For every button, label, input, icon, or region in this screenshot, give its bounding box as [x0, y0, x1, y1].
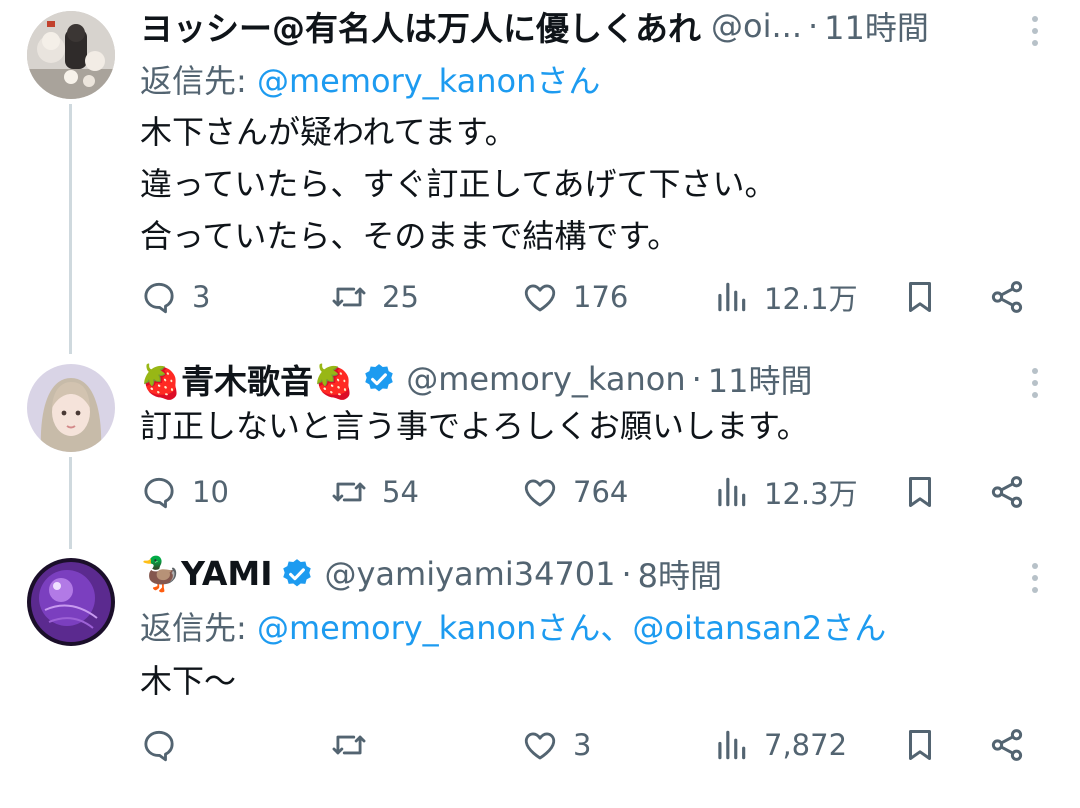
reply-button[interactable] — [140, 720, 192, 770]
separator-dot: · — [691, 360, 702, 398]
reply-to-label: 返信先: — [140, 609, 247, 647]
retweet-button[interactable]: 25 — [330, 272, 419, 322]
views-icon — [712, 726, 750, 764]
display-name[interactable]: 🍓青木歌音🍓 — [140, 355, 354, 403]
views-icon — [712, 473, 750, 511]
tweet-text: 木下〜 — [140, 655, 236, 707]
reply-to: 返信先: @memory_kanonさん、@oitansan2さん — [140, 603, 886, 649]
like-count: 176 — [573, 280, 629, 314]
action-bar: 10 54 764 12.3万 — [140, 467, 1040, 517]
more-icon[interactable] — [1027, 16, 1043, 50]
tweet-text-line: 違っていたら、すぐ訂正してあげて下さい。 — [140, 165, 777, 203]
tweet-header: 🦆YAMI @yamiyami34701 · 8時間 — [140, 552, 722, 596]
separator-dot: · — [621, 555, 632, 593]
share-icon — [988, 278, 1026, 316]
like-button[interactable]: 764 — [521, 467, 628, 517]
views-button[interactable]: 7,872 — [712, 720, 847, 770]
reply-icon — [140, 473, 178, 511]
views-count: 7,872 — [764, 728, 848, 762]
bookmark-icon — [901, 473, 939, 511]
avatar[interactable] — [27, 558, 115, 646]
views-icon — [712, 278, 750, 316]
reply-count: 10 — [192, 475, 229, 509]
like-icon — [521, 473, 559, 511]
views-button[interactable]: 12.3万 — [712, 467, 858, 517]
tweet-text-line: 合っていたら、そのままで結構です。 — [140, 217, 680, 255]
user-handle[interactable]: @memory_kanon — [406, 360, 685, 398]
reply-count: 3 — [192, 280, 211, 314]
retweet-button[interactable] — [330, 720, 382, 770]
reply-to-link[interactable]: @memory_kanonさん — [257, 62, 600, 100]
bookmark-icon — [901, 278, 939, 316]
share-icon — [988, 726, 1026, 764]
views-count: 12.3万 — [764, 477, 858, 511]
display-name[interactable]: 🦆YAMI — [140, 554, 272, 594]
avatar[interactable] — [27, 364, 115, 452]
like-count: 3 — [573, 728, 592, 762]
tweet-text-line: 訂正しないと言う事でよろしくお願いします。 — [140, 407, 809, 445]
tweet-text: 訂正しないと言う事でよろしくお願いします。 — [140, 400, 809, 452]
user-handle[interactable]: @oi... — [711, 7, 802, 45]
share-button[interactable] — [988, 720, 1026, 770]
share-icon — [988, 473, 1026, 511]
reply-button[interactable]: 10 — [140, 467, 229, 517]
timestamp[interactable]: 8時間 — [638, 551, 722, 597]
verified-badge-icon — [362, 362, 396, 396]
views-button[interactable]: 12.1万 — [712, 272, 858, 322]
like-button[interactable]: 3 — [521, 720, 591, 770]
like-count: 764 — [573, 475, 629, 509]
retweet-icon — [330, 473, 368, 511]
bookmark-icon — [901, 726, 939, 764]
views-count: 12.1万 — [764, 282, 858, 316]
more-icon[interactable] — [1027, 563, 1043, 597]
reply-icon — [140, 726, 178, 764]
bookmark-button[interactable] — [901, 467, 939, 517]
tweet-text-line: 木下〜 — [140, 662, 237, 700]
timestamp[interactable]: 11時間 — [824, 3, 929, 49]
like-icon — [521, 278, 559, 316]
tweet-text-line: 木下さんが疑われてます。 — [140, 113, 517, 151]
more-icon[interactable] — [1027, 368, 1043, 402]
like-icon — [521, 726, 559, 764]
like-button[interactable]: 176 — [521, 272, 628, 322]
action-bar: 3 7,872 — [140, 720, 1040, 770]
tweet-header: 🍓青木歌音🍓 @memory_kanon · 11時間 — [140, 357, 813, 401]
reply-button[interactable]: 3 — [140, 272, 210, 322]
retweet-icon — [330, 726, 368, 764]
reply-icon — [140, 278, 178, 316]
separator-dot: · — [807, 7, 819, 45]
tweet-header: ヨッシー@有名人は万人に優しくあれ @oi... · 11時間 — [140, 4, 929, 48]
avatar[interactable] — [27, 11, 115, 99]
bookmark-button[interactable] — [901, 720, 939, 770]
tweet-text: 木下さんが疑われてます。 違っていたら、すぐ訂正してあげて下さい。 合っていたら… — [140, 106, 776, 262]
thread-line — [69, 457, 72, 549]
reply-to: 返信先: @memory_kanonさん — [140, 56, 600, 102]
reply-to-label: 返信先: — [140, 62, 247, 100]
retweet-count: 25 — [382, 280, 419, 314]
share-button[interactable] — [988, 272, 1026, 322]
display-name[interactable]: ヨッシー@有名人は万人に優しくあれ — [140, 2, 701, 50]
retweet-count: 54 — [382, 475, 419, 509]
share-button[interactable] — [988, 467, 1026, 517]
reply-to-link[interactable]: @memory_kanonさん、@oitansan2さん — [257, 609, 886, 647]
verified-badge-icon — [280, 557, 314, 591]
thread-line — [69, 104, 72, 354]
user-handle[interactable]: @yamiyami34701 — [324, 555, 615, 593]
action-bar: 3 25 176 12.1万 — [140, 272, 1040, 322]
retweet-button[interactable]: 54 — [330, 467, 419, 517]
retweet-icon — [330, 278, 368, 316]
bookmark-button[interactable] — [901, 272, 939, 322]
timestamp[interactable]: 11時間 — [708, 356, 813, 402]
